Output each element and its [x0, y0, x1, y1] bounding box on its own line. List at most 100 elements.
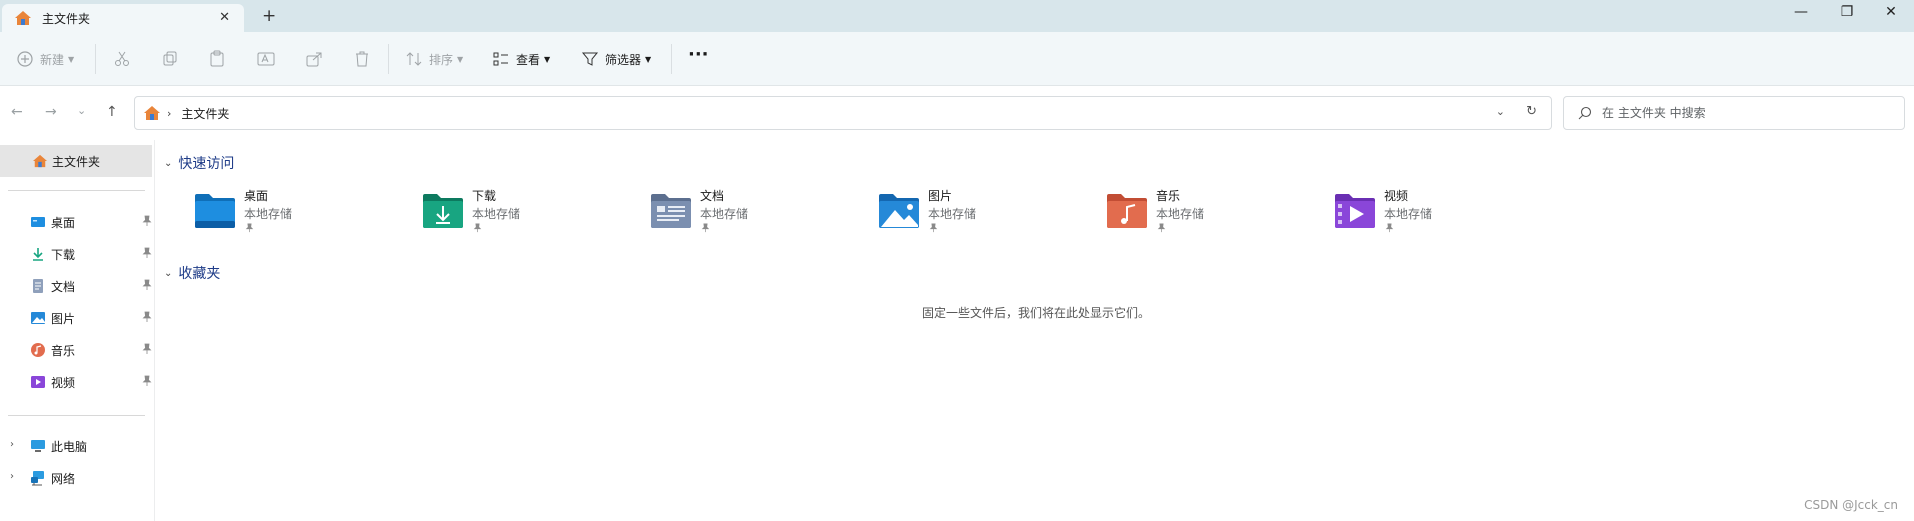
quick-access-title: 快速访问	[178, 156, 235, 172]
item-location: 本地存储	[472, 207, 521, 221]
address-bar[interactable]: › 主文件夹 ⌄ ↻	[134, 96, 1552, 130]
desktop-folder-icon	[195, 194, 235, 228]
restore-button[interactable]: ❐	[1832, 4, 1862, 20]
item-name: 图片	[928, 189, 953, 203]
view-icon	[493, 52, 508, 66]
downloads-folder-icon	[423, 194, 463, 228]
refresh-button[interactable]: ↻	[1526, 104, 1537, 119]
back-button[interactable]: ←	[11, 104, 23, 120]
navigation-pane: 主文件夹 桌面 下载 文档 图片 音乐 视频 › 此电脑 › 网络	[0, 140, 155, 521]
up-button[interactable]: ↑	[106, 104, 118, 120]
download-icon	[33, 248, 43, 261]
pin-icon	[142, 311, 152, 322]
sidebar-item-label: 网络	[51, 471, 76, 486]
sidebar-item-desktop[interactable]: 桌面	[30, 212, 152, 232]
new-button[interactable]: 新建 ▼	[16, 50, 74, 68]
videos-folder-icon	[1335, 194, 1375, 228]
favorites-header[interactable]: ⌄ 收藏夹	[164, 263, 220, 283]
sidebar-item-label: 主文件夹	[52, 154, 101, 169]
sidebar-item-home[interactable]: 主文件夹	[0, 145, 152, 177]
pin-icon	[473, 223, 482, 233]
favorites-empty-message: 固定一些文件后，我们将在此处显示它们。	[922, 306, 1151, 320]
sidebar-item-pictures[interactable]: 图片	[30, 308, 152, 328]
sidebar-item-network[interactable]: 网络	[30, 468, 152, 488]
quick-access-item-music[interactable]: 音乐 本地存储	[1105, 184, 1305, 238]
share-icon[interactable]	[305, 50, 323, 68]
computer-icon	[31, 440, 45, 452]
rename-icon[interactable]	[257, 50, 275, 68]
home-icon	[144, 106, 160, 120]
pictures-folder-icon	[879, 194, 919, 228]
recent-locations-button[interactable]: ⌄	[77, 104, 86, 117]
search-box[interactable]	[1563, 96, 1905, 130]
item-location: 本地存储	[244, 207, 293, 221]
forward-button[interactable]: →	[45, 104, 57, 120]
search-icon	[1578, 106, 1592, 120]
pin-icon	[142, 215, 152, 226]
quick-access-item-desktop[interactable]: 桌面 本地存储	[193, 184, 393, 238]
picture-icon	[31, 312, 45, 324]
expand-network-icon[interactable]: ›	[10, 471, 14, 482]
item-location: 本地存储	[700, 207, 749, 221]
breadcrumb-separator-icon: ›	[167, 106, 172, 120]
toolbar-divider	[671, 44, 672, 74]
sidebar-item-this-pc[interactable]: 此电脑	[30, 436, 152, 456]
view-label: 查看	[516, 52, 541, 67]
sidebar-item-music[interactable]: 音乐	[30, 340, 152, 360]
sidebar-item-downloads[interactable]: 下载	[30, 244, 152, 264]
quick-access-item-pictures[interactable]: 图片 本地存储	[877, 184, 1077, 238]
sort-button[interactable]: 排序 ▼	[405, 50, 463, 68]
chevron-down-icon: ▼	[68, 54, 75, 64]
documents-folder-icon	[651, 194, 691, 228]
filter-label: 筛选器	[605, 52, 642, 67]
quick-access-header[interactable]: ⌄ 快速访问	[164, 153, 234, 173]
quick-access-item-videos[interactable]: 视频 本地存储	[1333, 184, 1533, 238]
tab-close-button[interactable]: ✕	[219, 10, 230, 25]
cut-icon[interactable]	[113, 50, 131, 68]
quick-access-item-documents[interactable]: 文档 本地存储	[649, 184, 849, 238]
collapse-chevron-icon: ⌄	[164, 157, 173, 169]
copy-icon[interactable]	[161, 50, 179, 68]
chevron-down-icon: ▼	[544, 54, 551, 64]
command-bar: 新建 ▼ 排序 ▼ 查看 ▼ 筛选器 ▼ ···	[0, 32, 1914, 86]
pin-icon	[142, 247, 152, 258]
sidebar-divider	[8, 415, 145, 416]
view-button[interactable]: 查看 ▼	[492, 50, 550, 68]
expand-this-pc-icon[interactable]: ›	[10, 439, 14, 450]
search-input[interactable]	[1602, 106, 1892, 120]
music-folder-icon	[1107, 194, 1147, 228]
home-icon	[33, 154, 47, 168]
sidebar-item-label: 桌面	[51, 215, 76, 230]
toolbar-divider	[388, 44, 389, 74]
pin-icon	[142, 375, 152, 386]
desktop-icon	[31, 217, 45, 227]
title-bar: 主文件夹 ✕ + — ❐ ✕	[0, 0, 1914, 32]
sidebar-item-label: 图片	[51, 311, 76, 326]
pin-icon	[142, 343, 152, 354]
delete-icon[interactable]	[353, 50, 371, 68]
new-label: 新建	[40, 52, 65, 67]
toolbar-divider	[95, 44, 96, 74]
watermark: CSDN @Jcck_cn	[1804, 498, 1898, 512]
sidebar-item-label: 下载	[51, 247, 76, 262]
address-dropdown-button[interactable]: ⌄	[1496, 105, 1505, 118]
sidebar-item-label: 音乐	[51, 343, 76, 358]
breadcrumb-home[interactable]: 主文件夹	[181, 105, 229, 122]
new-tab-button[interactable]: +	[262, 6, 276, 26]
sort-icon	[406, 52, 422, 66]
paste-icon[interactable]	[208, 50, 226, 68]
pin-icon	[1157, 223, 1166, 233]
tab-label: 主文件夹	[42, 11, 91, 26]
sidebar-divider	[8, 190, 145, 191]
collapse-chevron-icon: ⌄	[164, 267, 173, 279]
add-circle-icon	[17, 51, 33, 67]
item-name: 下载	[472, 189, 497, 203]
quick-access-item-downloads[interactable]: 下载 本地存储	[421, 184, 621, 238]
close-button[interactable]: ✕	[1876, 4, 1906, 20]
sidebar-item-documents[interactable]: 文档	[30, 276, 152, 296]
filter-button[interactable]: 筛选器 ▼	[581, 50, 651, 68]
minimize-button[interactable]: —	[1786, 4, 1816, 20]
more-options-button[interactable]: ···	[688, 44, 709, 65]
sidebar-item-videos[interactable]: 视频	[30, 372, 152, 392]
tab-home[interactable]: 主文件夹 ✕	[2, 4, 244, 32]
